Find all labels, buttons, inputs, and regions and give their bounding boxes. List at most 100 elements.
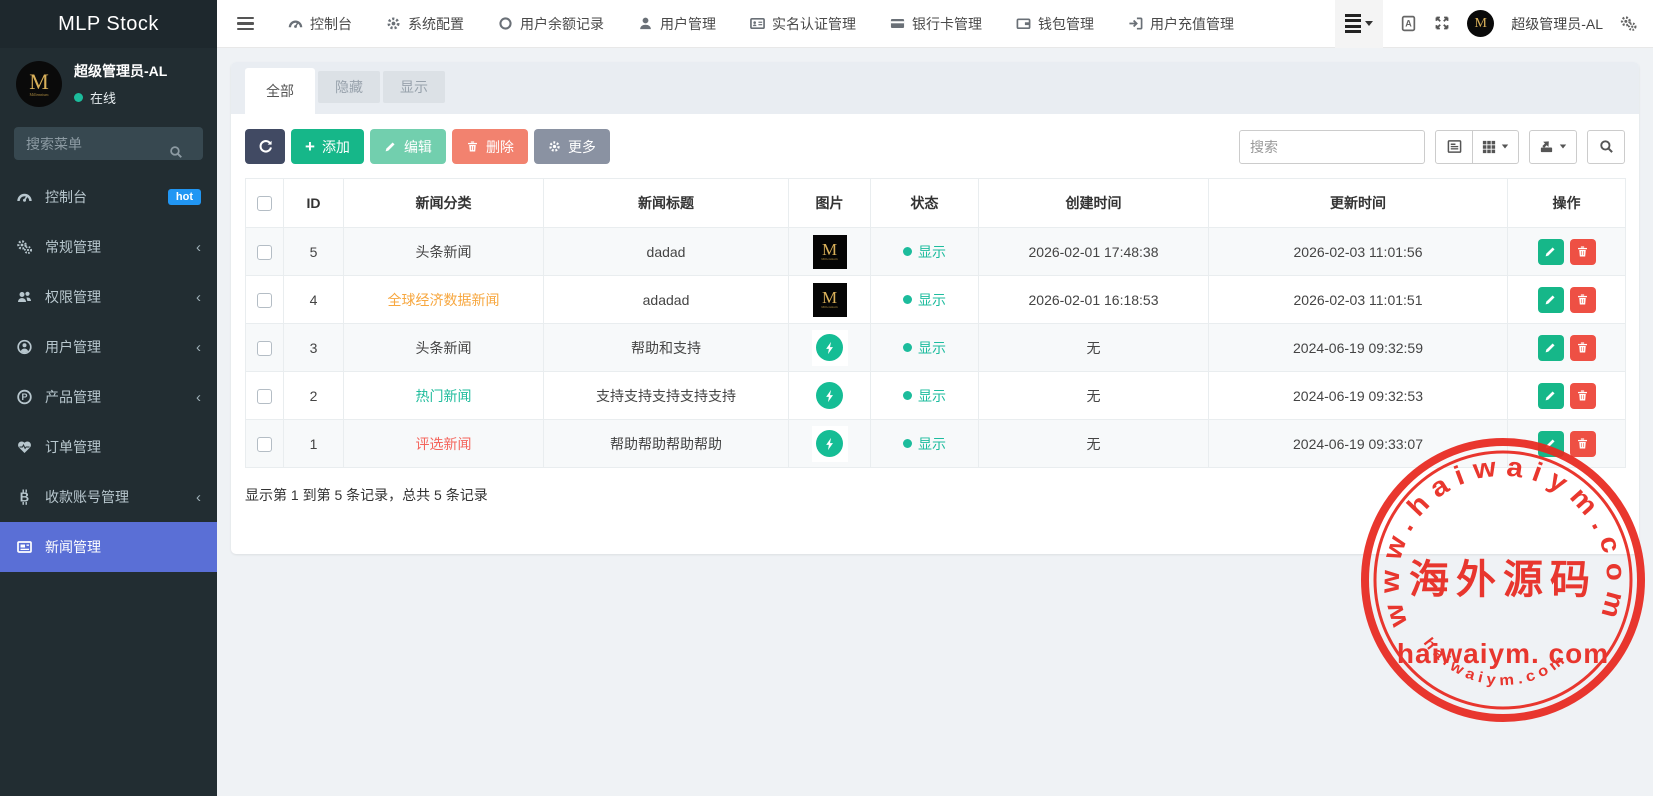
- sidebar-item-label: 订单管理: [45, 437, 101, 457]
- cell-status: 显示: [871, 276, 979, 324]
- cell-image: MMillennium: [789, 276, 871, 324]
- row-checkbox[interactable]: [257, 437, 272, 452]
- topnav-item[interactable]: 系统配置: [386, 14, 464, 34]
- select-all-checkbox[interactable]: [257, 196, 272, 211]
- pencil-icon: [384, 140, 397, 153]
- search-button[interactable]: [1587, 130, 1625, 164]
- row-delete-button[interactable]: [1570, 431, 1596, 457]
- trash-icon: [1576, 437, 1589, 450]
- export-button[interactable]: [1529, 130, 1577, 164]
- sidebar-item-label: 产品管理: [45, 387, 101, 407]
- tab[interactable]: 显示: [383, 71, 445, 103]
- language-icon[interactable]: A: [1400, 15, 1417, 33]
- table-search-input[interactable]: [1239, 130, 1425, 164]
- topnav-item[interactable]: 控制台: [288, 14, 352, 34]
- product-icon: P: [16, 389, 33, 405]
- topnav-item[interactable]: 实名认证管理: [750, 14, 856, 34]
- trash-icon: [1576, 245, 1589, 258]
- refresh-button[interactable]: [245, 129, 285, 164]
- topnav-item-label: 系统配置: [408, 14, 464, 34]
- brand-logo: MLP Stock: [0, 0, 217, 48]
- pencil-icon: [1544, 341, 1557, 354]
- online-dot: [74, 93, 83, 102]
- row-checkbox[interactable]: [257, 341, 272, 356]
- cell-updated: 2024-06-19 09:33:07: [1209, 420, 1508, 468]
- sign-in-icon: [1128, 16, 1143, 31]
- sidebar-item[interactable]: 用户管理‹: [0, 322, 217, 372]
- cell-id: 4: [284, 276, 344, 324]
- cell-image: [789, 420, 871, 468]
- gears-icon[interactable]: [1620, 15, 1637, 33]
- more-button[interactable]: 更多: [534, 129, 610, 164]
- tab[interactable]: 隐藏: [318, 71, 380, 103]
- sidebar-avatar: MMillennium: [16, 61, 62, 107]
- caret-down-icon: [1365, 21, 1373, 26]
- topnav-menu: 控制台 系统配置 用户余额记录 用户管理 实名认证管理 银行卡管理 钱包管理 用户充值管理: [217, 0, 1335, 47]
- columns-button[interactable]: [1472, 130, 1519, 164]
- cell-status: 显示: [871, 228, 979, 276]
- row-edit-button[interactable]: [1538, 239, 1564, 265]
- cell-status: 显示: [871, 372, 979, 420]
- cell-category: 头条新闻: [344, 324, 544, 372]
- row-edit-button[interactable]: [1538, 335, 1564, 361]
- topnav-item-label: 用户余额记录: [520, 14, 604, 34]
- status-badge: 显示: [903, 338, 946, 358]
- user-avatar[interactable]: M: [1467, 10, 1494, 37]
- delete-button[interactable]: 删除: [452, 129, 528, 164]
- gear-icon: [386, 16, 401, 31]
- gears-icon: [16, 239, 33, 255]
- caret-down-icon: [1502, 145, 1508, 149]
- row-edit-button[interactable]: [1538, 287, 1564, 313]
- topnav-item[interactable]: 银行卡管理: [890, 14, 982, 34]
- sidebar-item-label: 控制台: [45, 187, 87, 207]
- sidebar-item[interactable]: 常规管理‹: [0, 222, 217, 272]
- record-summary: 显示第 1 到第 5 条记录，总共 5 条记录: [231, 468, 1639, 522]
- pencil-icon: [1544, 437, 1557, 450]
- bolt-icon: [823, 437, 837, 451]
- card-view-button[interactable]: [1435, 130, 1473, 164]
- sidebar-item[interactable]: 新闻管理: [0, 522, 217, 572]
- sidebar-search: [14, 127, 203, 160]
- column-header: 新闻分类: [344, 179, 544, 228]
- edit-button[interactable]: 编辑: [370, 129, 446, 164]
- navbar-user-name[interactable]: 超级管理员-AL: [1511, 14, 1603, 34]
- news-image-bolt: [812, 330, 848, 366]
- row-delete-button[interactable]: [1570, 239, 1596, 265]
- wallet-icon: [1016, 16, 1031, 31]
- column-header: 新闻标题: [544, 179, 789, 228]
- row-edit-button[interactable]: [1538, 383, 1564, 409]
- sidebar-item[interactable]: B收款账号管理‹: [0, 472, 217, 522]
- sidebar-item[interactable]: P产品管理‹: [0, 372, 217, 422]
- menu-dropdown-button[interactable]: [1335, 0, 1383, 48]
- search-icon: [1599, 139, 1614, 154]
- row-delete-button[interactable]: [1570, 287, 1596, 313]
- sidebar-item[interactable]: 订单管理: [0, 422, 217, 472]
- cell-title: adadad: [544, 276, 789, 324]
- news-image-logo: MMillennium: [813, 235, 847, 269]
- sidebar-toggle-icon[interactable]: [237, 17, 254, 31]
- row-delete-button[interactable]: [1570, 335, 1596, 361]
- cell-updated: 2026-02-03 11:01:56: [1209, 228, 1508, 276]
- cell-created: 2026-02-01 16:18:53: [979, 276, 1209, 324]
- sidebar-item[interactable]: 权限管理‹: [0, 272, 217, 322]
- topnav-item[interactable]: 用户余额记录: [498, 14, 604, 34]
- navbar-right: A M 超级管理员-AL: [1335, 0, 1653, 47]
- row-checkbox[interactable]: [257, 389, 272, 404]
- row-edit-button[interactable]: [1538, 431, 1564, 457]
- cell-created: 无: [979, 420, 1209, 468]
- topnav-item[interactable]: 用户充值管理: [1128, 14, 1234, 34]
- row-checkbox[interactable]: [257, 245, 272, 260]
- sidebar-user-name: 超级管理员-AL: [74, 61, 167, 81]
- sidebar-item[interactable]: 控制台hot: [0, 172, 217, 222]
- pencil-icon: [1544, 389, 1557, 402]
- topnav-item[interactable]: 用户管理: [638, 14, 716, 34]
- sidebar-item-label: 权限管理: [45, 287, 101, 307]
- topnav-item[interactable]: 钱包管理: [1016, 14, 1094, 34]
- add-button[interactable]: +添加: [291, 129, 364, 164]
- fullscreen-icon[interactable]: [1434, 15, 1450, 33]
- row-checkbox[interactable]: [257, 293, 272, 308]
- cell-category: 头条新闻: [344, 228, 544, 276]
- column-header: 更新时间: [1209, 179, 1508, 228]
- tab[interactable]: 全部: [245, 68, 315, 114]
- row-delete-button[interactable]: [1570, 383, 1596, 409]
